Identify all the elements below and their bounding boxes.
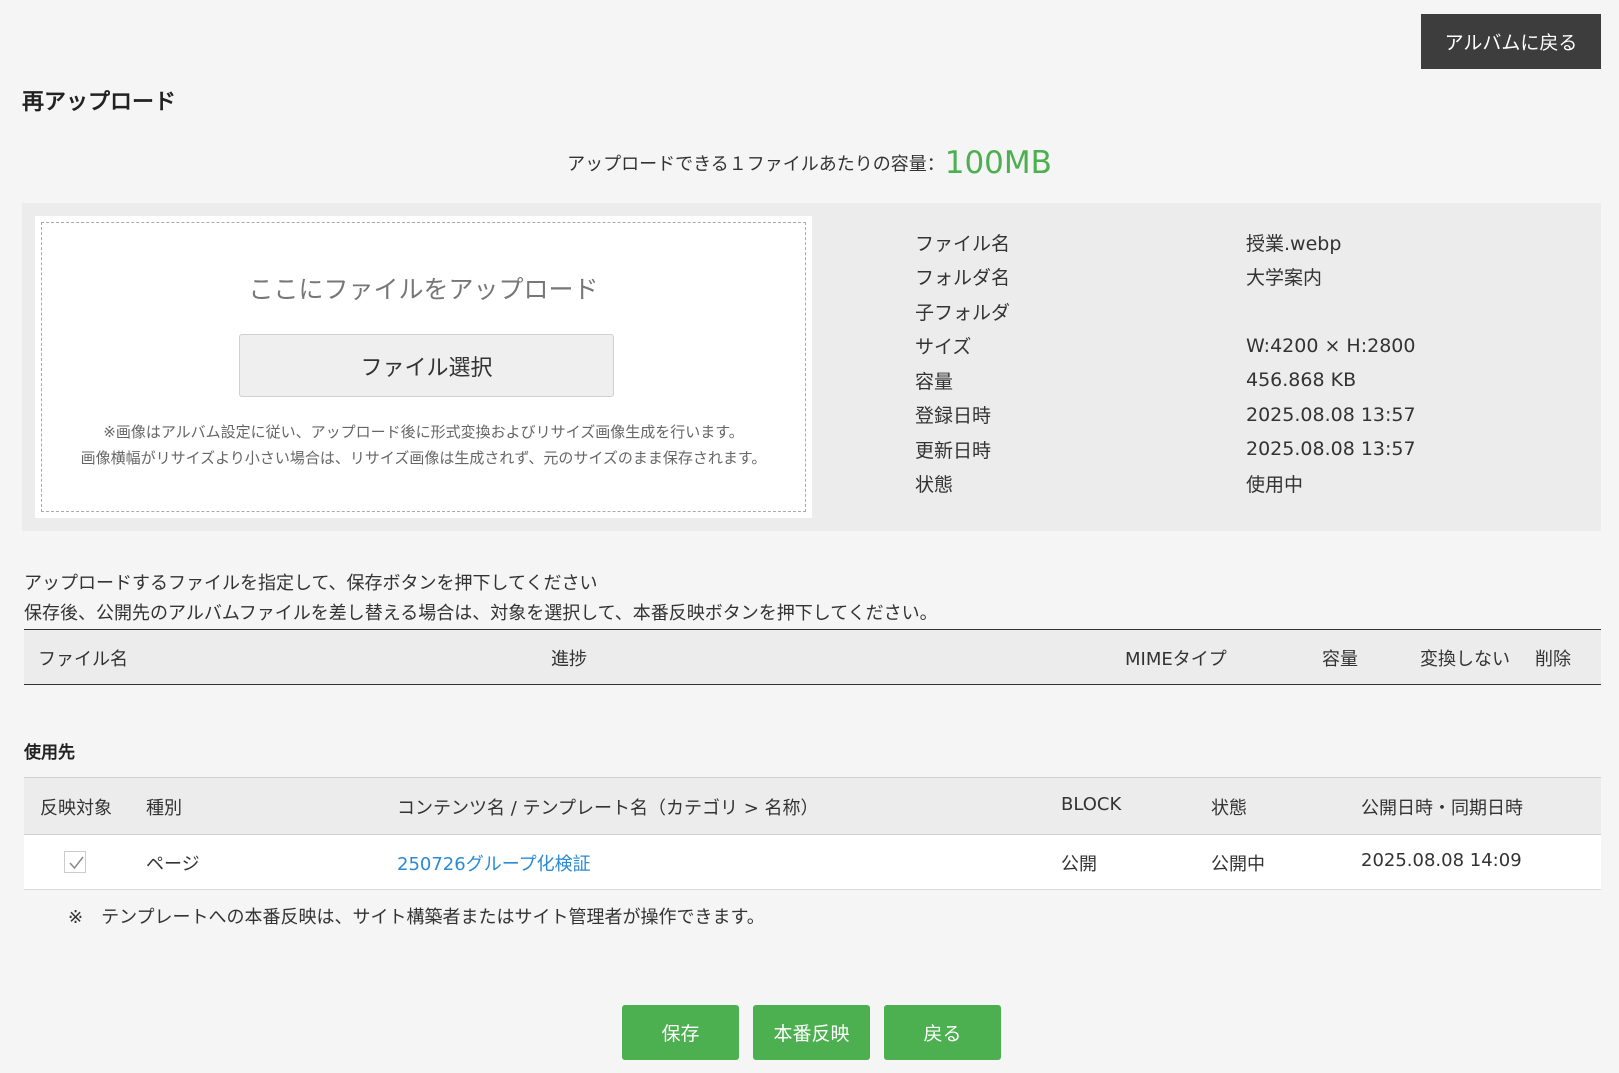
col-filename: ファイル名 — [38, 649, 128, 670]
dropzone-container: ここにファイルをアップロード ファイル選択 ※画像はアルバム設定に従い、アップロ… — [35, 216, 812, 518]
content-link[interactable]: 250726グループ化検証 — [397, 850, 591, 876]
info-value: 使用中 — [1246, 474, 1304, 497]
capacity-value: 100MB — [944, 145, 1052, 181]
back-to-album-button[interactable]: アルバムに戻る — [1421, 14, 1601, 69]
instructions-line2: 保存後、公開先のアルバムファイルを差し替える場合は、対象を選択して、本番反映ボタ… — [24, 603, 938, 624]
row-date: 2025.08.08 14:09 — [1361, 850, 1522, 871]
info-value: 大学案内 — [1246, 267, 1323, 290]
file-info-row: 容量 456.868 KB — [915, 363, 1586, 398]
save-button[interactable]: 保存 — [622, 1005, 739, 1060]
footer-buttons: 保存 本番反映 戻る — [622, 1005, 1001, 1060]
dropzone-note-line1: ※画像はアルバム設定に従い、アップロード後に形式変換およびリサイズ画像生成を行い… — [103, 423, 744, 441]
info-value: 2025.08.08 13:57 — [1246, 403, 1416, 426]
info-label: サイズ — [915, 336, 972, 359]
info-value: 2025.08.08 13:57 — [1246, 438, 1416, 461]
col-type: 種別 — [146, 798, 182, 819]
file-table-header: ファイル名 進捗 MIMEタイプ 容量 変換しない 削除 — [24, 629, 1601, 685]
file-info-row: サイズ W:4200 × H:2800 — [915, 329, 1586, 364]
file-dropzone[interactable]: ここにファイルをアップロード ファイル選択 ※画像はアルバム設定に従い、アップロ… — [41, 222, 806, 512]
file-info-row: 子フォルダ — [915, 294, 1586, 329]
col-target: 反映対象 — [40, 798, 112, 819]
info-value: 456.868 KB — [1246, 369, 1357, 392]
info-label: 登録日時 — [915, 405, 992, 428]
dropzone-text: ここにファイルをアップロード — [248, 275, 599, 304]
row-block: 公開 — [1061, 854, 1097, 875]
file-select-button[interactable]: ファイル選択 — [239, 334, 614, 397]
file-info-row: 状態 使用中 — [915, 467, 1586, 502]
col-block: BLOCK — [1061, 794, 1122, 815]
col-size: 容量 — [1322, 649, 1358, 670]
upload-capacity: アップロードできる１ファイルあたりの容量：100MB — [0, 145, 1619, 181]
info-label: 子フォルダ — [915, 301, 1011, 324]
file-info-row: 更新日時 2025.08.08 13:57 — [915, 432, 1586, 467]
usage-table: 反映対象 種別 コンテンツ名 / テンプレート名（カテゴリ > 名称） BLOC… — [24, 777, 1601, 890]
col-content-name: コンテンツ名 / テンプレート名（カテゴリ > 名称） — [397, 798, 819, 819]
page-title: 再アップロード — [22, 90, 177, 115]
row-status: 公開中 — [1211, 854, 1265, 875]
info-value: W:4200 × H:2800 — [1246, 334, 1416, 357]
info-value: 授業.webp — [1246, 232, 1342, 255]
usage-note: ※ テンプレートへの本番反映は、サイト構築者またはサイト管理者が操作できます。 — [68, 907, 765, 928]
col-no-convert: 変換しない — [1420, 649, 1510, 670]
back-button[interactable]: 戻る — [884, 1005, 1001, 1060]
capacity-label: アップロードできる１ファイルあたりの容量： — [567, 154, 945, 175]
check-icon — [69, 856, 84, 870]
usage-title: 使用先 — [24, 743, 75, 763]
info-label: 更新日時 — [915, 439, 992, 462]
info-label: 状態 — [915, 474, 954, 497]
file-info-row: フォルダ名 大学案内 — [915, 260, 1586, 295]
col-status: 状態 — [1211, 798, 1247, 819]
file-info-row: ファイル名 授業.webp — [915, 225, 1586, 260]
dropzone-note: ※画像はアルバム設定に従い、アップロード後に形式変換およびリサイズ画像生成を行い… — [42, 419, 805, 471]
table-row: ページ 250726グループ化検証 公開 公開中 2025.08.08 14:0… — [24, 835, 1601, 890]
upload-panel: ここにファイルをアップロード ファイル選択 ※画像はアルバム設定に従い、アップロ… — [22, 203, 1601, 531]
info-label: フォルダ名 — [915, 267, 1011, 290]
info-label: 容量 — [915, 370, 954, 393]
target-checkbox[interactable] — [64, 851, 86, 873]
instructions-line1: アップロードするファイルを指定して、保存ボタンを押下してください — [24, 573, 598, 594]
col-date: 公開日時・同期日時 — [1361, 798, 1523, 819]
publish-button[interactable]: 本番反映 — [753, 1005, 870, 1060]
file-info-row: 登録日時 2025.08.08 13:57 — [915, 398, 1586, 433]
dropzone-note-line2: 画像横幅がリサイズより小さい場合は、リサイズ画像は生成されず、元のサイズのまま保… — [80, 449, 767, 467]
info-label: ファイル名 — [915, 232, 1011, 255]
instructions: アップロードするファイルを指定して、保存ボタンを押下してください 保存後、公開先… — [24, 569, 938, 629]
file-info: ファイル名 授業.webp フォルダ名 大学案内 子フォルダ サイズ W:4200 ×… — [915, 225, 1586, 501]
usage-table-header: 反映対象 種別 コンテンツ名 / テンプレート名（カテゴリ > 名称） BLOC… — [24, 777, 1601, 835]
row-type: ページ — [146, 854, 200, 875]
col-progress: 進捗 — [551, 649, 587, 670]
col-delete: 削除 — [1535, 649, 1571, 670]
col-mime: MIMEタイプ — [1125, 649, 1227, 670]
